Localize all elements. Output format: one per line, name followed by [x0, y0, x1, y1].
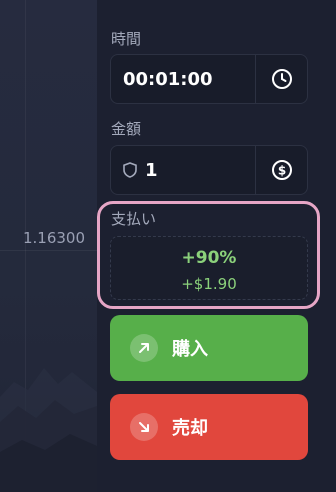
- payout-label: 支払い: [111, 210, 157, 228]
- payout-box: +90% +$1.90: [110, 236, 308, 300]
- svg-text:$: $: [277, 164, 285, 178]
- buy-button[interactable]: 購入: [110, 315, 308, 381]
- payout-percent: +90%: [181, 248, 237, 268]
- amount-label: 金額: [111, 120, 142, 138]
- time-value[interactable]: 00:01:00: [111, 69, 255, 90]
- clock-icon: [271, 69, 292, 89]
- sell-button[interactable]: 売却: [110, 394, 308, 460]
- clock-button[interactable]: [255, 55, 307, 103]
- time-label: 時間: [111, 30, 142, 48]
- sell-label: 売却: [172, 418, 208, 439]
- arrow-up-right-icon: [130, 334, 158, 362]
- buy-label: 購入: [172, 339, 208, 360]
- amount-field[interactable]: 1 $: [110, 145, 308, 195]
- chart-price-line: [0, 250, 97, 251]
- dollar-circle-icon: $: [271, 160, 292, 180]
- arrow-down-right-icon: [130, 413, 158, 441]
- payout-amount: +$1.90: [181, 275, 237, 293]
- time-field[interactable]: 00:01:00: [110, 54, 308, 104]
- currency-button[interactable]: $: [255, 146, 307, 194]
- price-label: 1.16300: [22, 229, 85, 247]
- amount-value: 1: [145, 159, 158, 181]
- chart-background-image: [0, 368, 97, 492]
- shield-icon: [123, 162, 137, 178]
- trade-panel: 時間 00:01:00 金額 1 $ 支払い +90% +$1.90 購入 売却: [97, 0, 336, 492]
- amount-value-wrap[interactable]: 1: [111, 160, 255, 181]
- chart-area[interactable]: 1.16300: [0, 0, 97, 492]
